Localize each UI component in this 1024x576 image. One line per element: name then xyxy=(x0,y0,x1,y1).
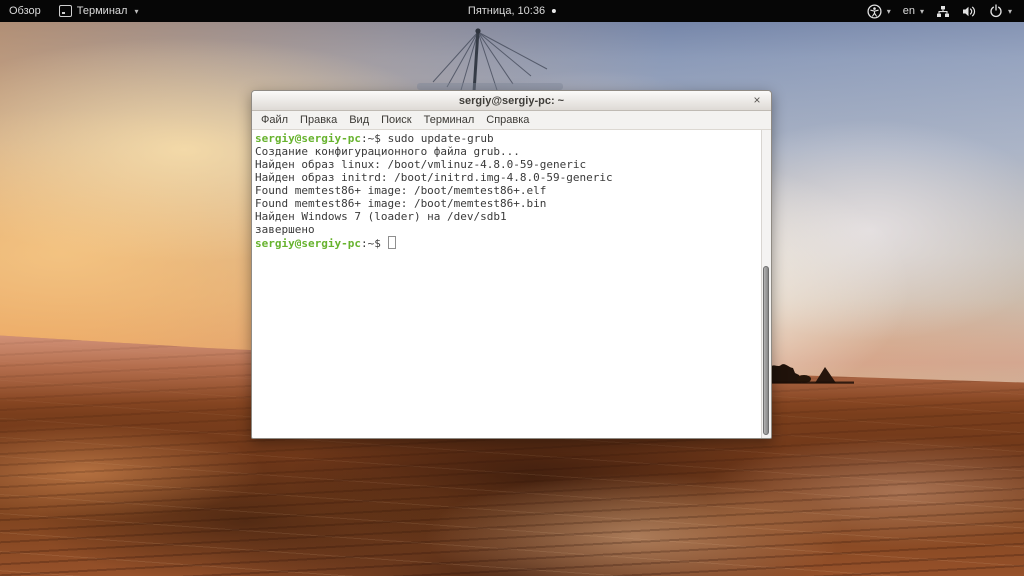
keyboard-layout-label: en xyxy=(902,5,915,17)
menu-file[interactable]: Файл xyxy=(255,114,294,126)
terminal-window: sergiy@sergiy-pc: ~ × Файл Правка Вид По… xyxy=(251,90,772,439)
wallpaper-boat-mast xyxy=(415,22,565,97)
terminal-output-line: завершено xyxy=(255,223,315,236)
terminal-output-line: Found memtest86+ image: /boot/memtest86+… xyxy=(255,184,547,197)
terminal-content[interactable]: sergiy@sergiy-pc:~$ sudo update-grub Созд… xyxy=(252,130,771,438)
terminal-cursor xyxy=(387,236,396,249)
power-icon xyxy=(990,4,1002,18)
prompt-user-host: sergiy@sergiy-pc xyxy=(255,237,361,250)
accessibility-menu-button[interactable]: ▾ xyxy=(861,0,897,22)
window-menubar: Файл Правка Вид Поиск Терминал Справка xyxy=(252,111,771,130)
terminal-output-line: Найден образ initrd: /boot/initrd.img-4.… xyxy=(255,171,613,184)
terminal-app-icon xyxy=(58,5,72,17)
close-button[interactable]: × xyxy=(749,92,765,108)
clock-button[interactable]: Пятница, 10:36 xyxy=(460,0,564,22)
prompt-tail: :~$ xyxy=(360,132,381,145)
activities-button[interactable]: Обзор xyxy=(0,0,50,22)
clock-label: Пятница, 10:36 xyxy=(467,5,546,17)
scrollbar-thumb[interactable] xyxy=(763,265,769,435)
volume-button[interactable] xyxy=(956,0,983,22)
terminal-output-line: Создание конфигурационного файла grub... xyxy=(255,145,520,158)
menu-edit[interactable]: Правка xyxy=(294,114,343,126)
menu-terminal[interactable]: Терминал xyxy=(418,114,481,126)
terminal-line-prompt: sergiy@sergiy-pc:~$ xyxy=(255,236,759,250)
wired-network-icon xyxy=(936,5,949,17)
chevron-down-icon: ▾ xyxy=(134,6,139,16)
activities-label: Обзор xyxy=(9,5,41,17)
app-menu-button[interactable]: Терминал ▾ xyxy=(50,0,148,22)
prompt-tail: :~$ xyxy=(360,237,381,250)
prompt-user-host: sergiy@sergiy-pc xyxy=(255,132,361,145)
command-text: sudo update-grub xyxy=(387,132,494,145)
terminal-scrollbar[interactable] xyxy=(761,130,771,438)
power-menu-button[interactable]: ▾ xyxy=(983,0,1018,22)
chevron-down-icon: ▾ xyxy=(919,6,924,16)
terminal-line-command: sergiy@sergiy-pc:~$ sudo update-grub xyxy=(255,132,759,145)
menu-help[interactable]: Справка xyxy=(480,114,535,126)
status-area: ▾ en ▾ ▾ xyxy=(861,0,1024,22)
notification-dot xyxy=(552,9,557,13)
accessibility-icon xyxy=(867,3,882,19)
terminal-output-line: Найден Windows 7 (loader) на /dev/sdb1 xyxy=(255,210,507,223)
volume-icon xyxy=(962,6,976,16)
menu-view[interactable]: Вид xyxy=(343,114,375,126)
window-title: sergiy@sergiy-pc: ~ xyxy=(458,94,565,107)
app-menu-label: Терминал xyxy=(76,5,128,17)
menu-search[interactable]: Поиск xyxy=(375,114,417,126)
terminal-output-line: Найден образ linux: /boot/vmlinuz-4.8.0-… xyxy=(255,158,587,171)
wallpaper-island-silhouette xyxy=(758,356,858,393)
network-status-button[interactable] xyxy=(930,0,956,22)
terminal-output-line: Found memtest86+ image: /boot/memtest86+… xyxy=(255,197,547,210)
window-titlebar[interactable]: sergiy@sergiy-pc: ~ × xyxy=(252,91,771,111)
top-bar: Обзор Терминал ▾ Пятница, 10:36 ▾ en ▾ ▾ xyxy=(0,0,1024,22)
chevron-down-icon: ▾ xyxy=(1007,6,1012,16)
keyboard-layout-button[interactable]: en ▾ xyxy=(897,0,930,22)
chevron-down-icon: ▾ xyxy=(886,6,891,16)
